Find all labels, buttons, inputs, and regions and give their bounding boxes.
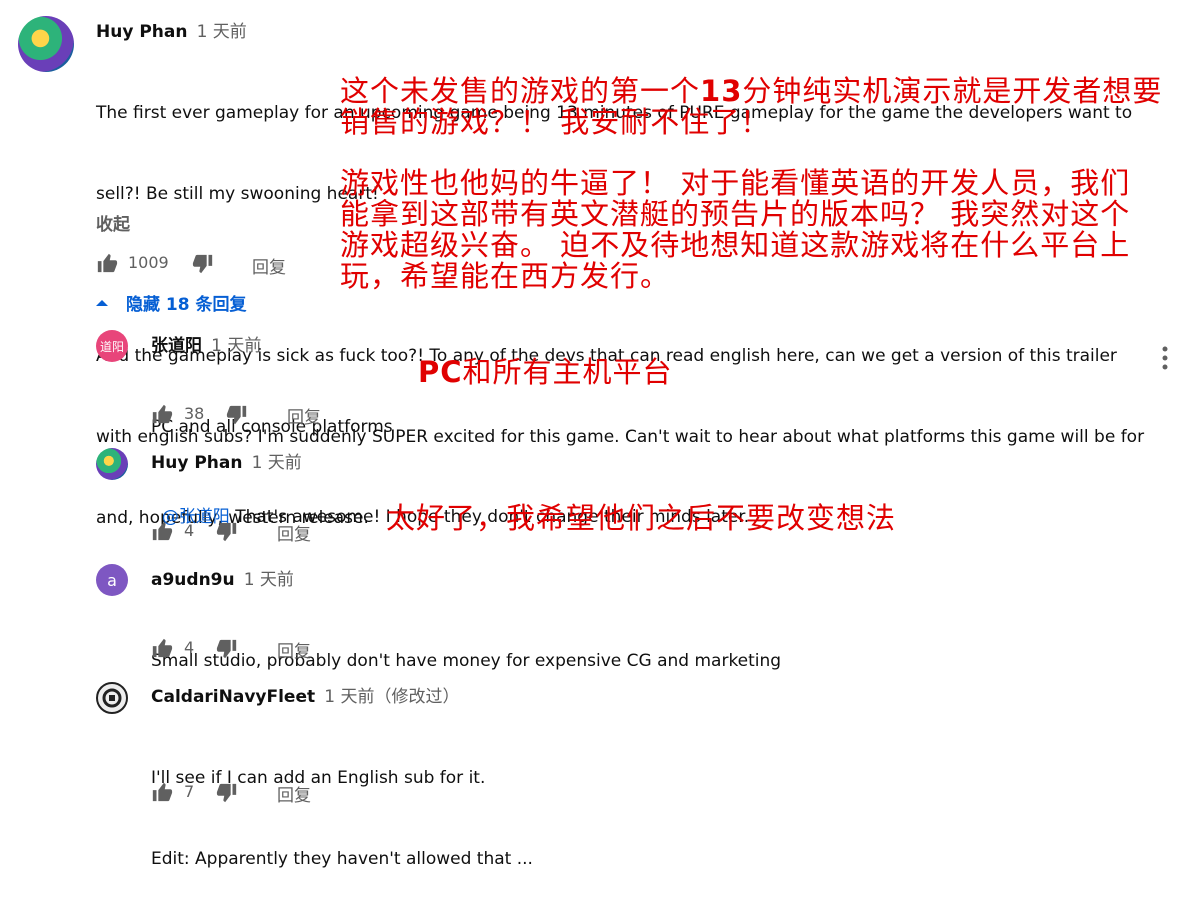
translation-overlay: 这个未发售的游戏的第一个13分钟纯实机演示就是开发者想要 销售的游戏？！ 我安耐…	[340, 76, 1162, 138]
reply-button[interactable]: 回复	[252, 253, 286, 278]
translation-overlay: 游戏性也他妈的牛逼了！ 对于能看懂英语的开发人员，我们 能拿到这部带有英文潜艇的…	[340, 168, 1130, 292]
reply-header: a9udn9u 1 天前	[151, 565, 294, 590]
avatar[interactable]	[18, 16, 74, 72]
dislike-button[interactable]	[216, 638, 238, 664]
translation-overlay: 太好了，我希望他们之后不要改变想法	[386, 503, 896, 534]
reply-time[interactable]: 1 天前	[252, 453, 302, 473]
like-count: 4	[184, 638, 195, 657]
reply-time[interactable]: 1 天前	[211, 336, 261, 356]
thumbs-up-icon	[97, 253, 118, 273]
like-count: 1009	[128, 253, 169, 272]
collapse-button[interactable]: 收起	[96, 210, 130, 235]
like-button[interactable]	[151, 403, 173, 429]
avatar[interactable]: 道阳	[96, 330, 128, 362]
avatar[interactable]	[96, 682, 128, 714]
translation-line: 游戏超级兴奋。 迫不及待地想知道这款游戏将在什么平台上	[340, 228, 1131, 262]
like-button[interactable]	[151, 781, 173, 807]
comment-header: Huy Phan 1 天前	[96, 17, 247, 42]
translation-line: 销售的游戏？！ 我安耐不住了！	[340, 105, 771, 139]
translation-text: 这个未发售的游戏的第一个	[340, 74, 701, 108]
reply-body: I'll see if I can add an English sub for…	[151, 711, 533, 900]
comment-author[interactable]: Huy Phan	[96, 22, 187, 42]
translation-line: 能拿到这部带有英文潜艇的预告片的版本吗？ 我突然对这个	[340, 197, 1131, 231]
thumbs-up-icon	[152, 521, 173, 541]
reply-button[interactable]: 回复	[277, 781, 311, 806]
reply-button[interactable]: 回复	[277, 637, 311, 662]
translation-line: 游戏性也他妈的牛逼了！ 对于能看懂英语的开发人员，我们	[340, 166, 1131, 200]
hide-replies-button[interactable]: 隐藏 18 条回复	[96, 290, 247, 315]
comment-time[interactable]: 1 天前	[197, 22, 247, 42]
dislike-button[interactable]	[226, 404, 248, 430]
avatar-initials: a	[107, 570, 117, 590]
reply-author[interactable]: CaldariNavyFleet	[151, 687, 315, 707]
translation-text: PC	[418, 355, 463, 389]
translation-text: 太好了，我希望他们之后不要改变想法	[386, 501, 897, 535]
thumbs-down-icon	[216, 639, 237, 659]
translation-line: 玩，希望能在西方发行。	[340, 259, 671, 293]
thumbs-down-icon	[192, 254, 213, 274]
thumbs-up-icon	[152, 638, 173, 658]
like-button[interactable]	[96, 252, 118, 278]
thumbs-down-icon	[216, 522, 237, 542]
reply-author[interactable]: Huy Phan	[151, 453, 242, 473]
dislike-button[interactable]	[216, 782, 238, 808]
translation-line: 这个未发售的游戏的第一个13分钟纯实机演示就是开发者想要	[340, 76, 1162, 107]
reply-header: Huy Phan 1 天前	[151, 448, 302, 473]
translation-overlay: PC和所有主机平台	[418, 357, 673, 388]
more-actions-button[interactable]	[1158, 344, 1172, 372]
like-count: 38	[184, 404, 205, 423]
like-count: 7	[184, 782, 195, 801]
more-vert-icon	[1162, 346, 1168, 370]
reply-line: I'll see if I can add an English sub for…	[151, 768, 486, 788]
dislike-button[interactable]	[192, 253, 214, 279]
translation-text: 分钟纯实机演示就是开发者想要	[742, 74, 1163, 108]
caret-up-icon	[96, 299, 108, 306]
translation-text: 和所有主机平台	[462, 355, 673, 389]
like-button[interactable]	[151, 637, 173, 663]
reply-button[interactable]: 回复	[277, 520, 311, 545]
reply-time[interactable]: 1 天前（修改过）	[324, 687, 459, 707]
reply-author[interactable]: a9udn9u	[151, 570, 235, 590]
translation-text: 13	[700, 74, 743, 108]
reply-line: Small studio, probably don't have money …	[151, 651, 782, 671]
reply-header: CaldariNavyFleet 1 天前（修改过）	[151, 682, 459, 707]
avatar[interactable]: a	[96, 564, 128, 596]
like-button[interactable]	[151, 520, 173, 546]
hide-replies-label: 隐藏 18 条回复	[126, 295, 247, 315]
reply-author[interactable]: 张道阳	[151, 336, 202, 356]
avatar[interactable]	[96, 448, 128, 480]
thumbs-down-icon	[216, 783, 237, 803]
reply-time[interactable]: 1 天前	[244, 570, 294, 590]
dislike-button[interactable]	[216, 521, 238, 547]
avatar-initials: 道阳	[99, 339, 124, 354]
reply-button[interactable]: 回复	[287, 403, 321, 428]
reply-line: Edit: Apparently they haven't allowed th…	[151, 849, 533, 869]
thumbs-up-icon	[152, 404, 173, 424]
like-count: 4	[184, 521, 195, 540]
thumbs-down-icon	[226, 405, 247, 425]
logo-icon	[102, 688, 122, 708]
thumbs-up-icon	[152, 782, 173, 802]
reply-header: 张道阳 1 天前	[151, 331, 261, 356]
